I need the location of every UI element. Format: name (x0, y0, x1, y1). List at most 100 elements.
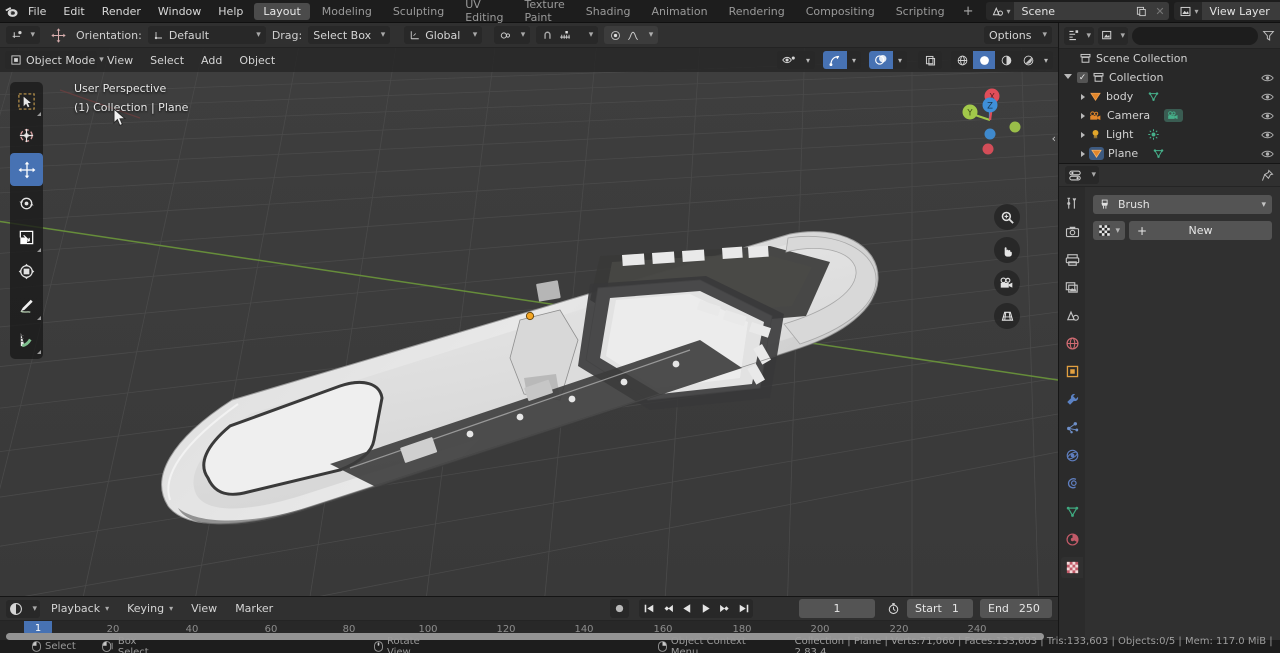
timeline-menu-keying[interactable]: Keying ▾ (120, 600, 180, 618)
outliner-row-camera[interactable]: Camera (1059, 106, 1280, 125)
snap-increment-icon[interactable] (558, 29, 572, 42)
constraints-tab[interactable] (1061, 473, 1083, 494)
measure-tool[interactable] (10, 323, 43, 356)
texture-browse-dropdown[interactable]: ▾ (1093, 221, 1125, 240)
workspace-tab-uv-editing[interactable]: UV Editing (456, 0, 512, 24)
viewport-menu-add[interactable]: Add (194, 51, 229, 69)
proportional-falloff-icon[interactable] (609, 29, 622, 42)
timeline-editor[interactable]: ▾ Playback ▾ Keying ▾ View Marker 1 Star… (0, 596, 1058, 641)
search-input[interactable] (1132, 26, 1258, 45)
smooth-falloff-icon[interactable] (626, 29, 640, 42)
outliner-row-light[interactable]: Light (1059, 125, 1280, 144)
orientation-dropdown[interactable]: Default ▾ (147, 26, 266, 44)
blender-logo-icon[interactable] (4, 0, 19, 23)
viewport-menu-select[interactable]: Select (143, 51, 191, 69)
viewport-menu-object[interactable]: Object (232, 51, 282, 69)
timeline-editor-icon[interactable]: ▾ (6, 599, 40, 618)
frame-end-field[interactable]: End 250 (980, 599, 1052, 618)
play-reverse-button[interactable] (677, 599, 696, 618)
xray-toggle-icon[interactable] (918, 51, 942, 69)
object-visibility-group[interactable]: ▾ (777, 51, 815, 69)
move-gizmo-icon[interactable] (46, 27, 70, 44)
expand-triangle[interactable] (1081, 131, 1085, 138)
toggle-ortho-button[interactable] (994, 303, 1020, 329)
rotate-tool[interactable] (10, 187, 43, 220)
ship-model[interactable] (0, 48, 1058, 596)
options-dropdown[interactable]: Options ▾ (984, 26, 1052, 44)
solid-shading-icon[interactable] (973, 51, 995, 69)
menu-render[interactable]: Render (94, 0, 149, 23)
new-texture-button[interactable]: + New (1129, 221, 1272, 240)
data-tab[interactable] (1061, 501, 1083, 522)
tool-tab[interactable] (1061, 193, 1083, 214)
material-tab[interactable] (1061, 529, 1083, 550)
overlays-icon[interactable] (869, 51, 893, 69)
brush-datablock-field[interactable]: Brush ▾ (1093, 195, 1272, 214)
expand-triangle[interactable] (1081, 112, 1085, 119)
chevron-down-icon[interactable]: ▾ (1039, 51, 1053, 69)
view-layer-selector[interactable]: ▾ View Layer ✕ (1173, 2, 1280, 20)
outliner-row-collection[interactable]: ✓ Collection (1059, 68, 1280, 87)
scale-tool[interactable] (10, 221, 43, 254)
rendered-shading-icon[interactable] (1017, 51, 1039, 69)
expand-triangle[interactable] (1063, 73, 1073, 82)
workspace-tab-texture-paint[interactable]: Texture Paint (516, 0, 574, 24)
scene-selector[interactable]: ▾ Scene ✕ (985, 2, 1169, 20)
camera-view-button[interactable] (994, 270, 1020, 296)
drag-dropdown[interactable]: Select Box ▾ (308, 26, 391, 44)
proportional-edit-icon[interactable]: ▾ (494, 26, 531, 44)
texture-tab[interactable] (1061, 557, 1083, 578)
workspace-tab-compositing[interactable]: Compositing (797, 3, 884, 20)
overlays-group[interactable]: ▾ (869, 51, 907, 69)
workspace-tab-animation[interactable]: Animation (642, 3, 716, 20)
add-workspace-button[interactable]: + (956, 0, 981, 23)
outliner-display-icon[interactable]: ▾ (1064, 26, 1094, 45)
properties-editor[interactable]: ▾ Brush ▾ ▾ + New (1058, 163, 1280, 653)
stopwatch-icon[interactable] (883, 602, 903, 615)
visibility-eye-icon[interactable] (1261, 111, 1274, 121)
current-frame-field[interactable]: 1 (799, 599, 875, 618)
visibility-eye-icon[interactable] (1261, 73, 1274, 83)
modifier-tab[interactable] (1061, 389, 1083, 410)
scene-tab[interactable] (1061, 305, 1083, 326)
annotate-tool[interactable] (10, 289, 43, 322)
expand-triangle[interactable] (1081, 150, 1085, 157)
object-visibility-icon[interactable] (777, 51, 801, 69)
workspace-tab-shading[interactable]: Shading (577, 3, 640, 20)
snap-settings[interactable]: ▾ (536, 26, 599, 44)
prev-keyframe-button[interactable] (658, 599, 677, 618)
timeline-menu-marker[interactable]: Marker (228, 600, 280, 618)
zoom-view-button[interactable] (994, 204, 1020, 230)
workspace-tab-rendering[interactable]: Rendering (720, 3, 794, 20)
mesh-data-icon[interactable] (1147, 90, 1160, 103)
timeline-menu-view[interactable]: View (184, 600, 224, 618)
shading-mode-group[interactable]: ▾ (951, 51, 1053, 69)
collection-checkbox[interactable]: ✓ (1077, 72, 1088, 83)
workspace-tab-scripting[interactable]: Scripting (887, 3, 954, 20)
close-icon[interactable]: ✕ (1151, 2, 1169, 20)
visibility-eye-icon[interactable] (1261, 92, 1274, 102)
outliner-row-body[interactable]: body (1059, 87, 1280, 106)
particles-tab[interactable] (1061, 417, 1083, 438)
next-keyframe-button[interactable] (715, 599, 734, 618)
camera-data-icon[interactable] (1164, 109, 1184, 122)
navigation-gizmo[interactable]: X Y Z (952, 82, 1028, 158)
view-layer-name[interactable]: View Layer (1201, 2, 1280, 20)
visibility-eye-icon[interactable] (1261, 149, 1274, 159)
outliner-row-scene-collection[interactable]: Scene Collection (1059, 49, 1280, 68)
frame-start-field[interactable]: Start 1 (907, 599, 973, 618)
proportional-falloff-settings[interactable]: ▾ (604, 26, 659, 44)
cursor-tool[interactable] (10, 119, 43, 152)
play-button[interactable] (696, 599, 715, 618)
gizmo-icon[interactable] (823, 51, 847, 69)
scene-name[interactable]: Scene (1013, 2, 1132, 20)
pan-view-button[interactable] (994, 237, 1020, 263)
duplicate-icon[interactable] (1131, 2, 1152, 20)
transform-tool[interactable] (10, 255, 43, 288)
chevron-down-icon[interactable]: ▾ (847, 51, 861, 69)
menu-edit[interactable]: Edit (55, 0, 92, 23)
record-icon[interactable] (610, 599, 629, 618)
snap-magnet-icon[interactable] (541, 29, 554, 42)
outliner-editor[interactable]: ▾ ▾ Scene Collection ✓ Collection body C… (1058, 23, 1280, 163)
light-data-icon[interactable] (1147, 128, 1160, 141)
